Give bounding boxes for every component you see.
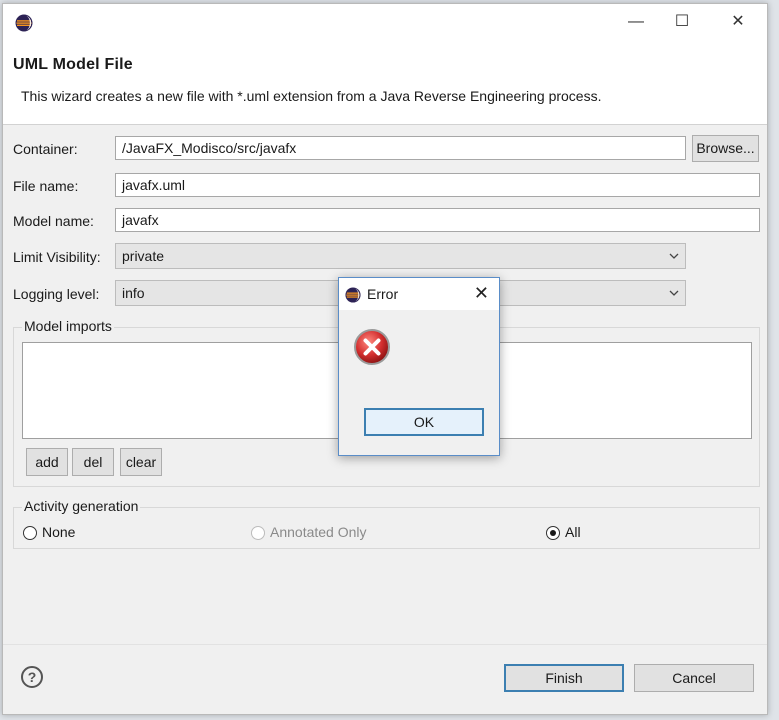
radio-annotated-only bbox=[251, 526, 265, 540]
file-name-label: File name: bbox=[13, 178, 79, 194]
radio-none[interactable] bbox=[23, 526, 37, 540]
activity-generation-group: Activity generation None Annotated Only … bbox=[13, 498, 760, 549]
limit-visibility-value: private bbox=[122, 248, 165, 264]
error-icon bbox=[354, 329, 390, 365]
chevron-down-icon bbox=[669, 253, 679, 259]
page-description: This wizard creates a new file with *.um… bbox=[21, 88, 602, 104]
eclipse-app-icon bbox=[15, 14, 33, 32]
eclipse-app-icon bbox=[345, 287, 361, 303]
minimize-button[interactable]: — bbox=[621, 10, 651, 34]
radio-none-label: None bbox=[42, 524, 76, 540]
file-name-input[interactable]: javafx.uml bbox=[115, 173, 760, 197]
del-button[interactable]: del bbox=[72, 448, 114, 476]
model-name-label: Model name: bbox=[13, 213, 94, 229]
cancel-button[interactable]: Cancel bbox=[634, 664, 754, 692]
help-icon[interactable]: ? bbox=[21, 666, 43, 688]
chevron-down-icon bbox=[669, 290, 679, 296]
ok-button[interactable]: OK bbox=[364, 408, 484, 436]
browse-button[interactable]: Browse... bbox=[692, 135, 759, 162]
add-button[interactable]: add bbox=[26, 448, 68, 476]
radio-all[interactable] bbox=[546, 526, 560, 540]
footer-divider bbox=[3, 644, 767, 645]
radio-annotated-only-label: Annotated Only bbox=[270, 524, 367, 540]
page-title: UML Model File bbox=[13, 56, 133, 73]
radio-all-label: All bbox=[565, 524, 581, 540]
wizard-header: UML Model File This wizard creates a new… bbox=[3, 40, 767, 125]
limit-visibility-label: Limit Visibility: bbox=[13, 249, 101, 265]
finish-button[interactable]: Finish bbox=[504, 664, 624, 692]
error-dialog: Error ✕ OK bbox=[338, 277, 500, 456]
logging-level-value: info bbox=[122, 285, 145, 301]
error-dialog-title: Error bbox=[367, 286, 399, 302]
title-bar: — ☐ ✕ bbox=[3, 4, 767, 40]
clear-button[interactable]: clear bbox=[120, 448, 162, 476]
error-dialog-close-icon[interactable]: ✕ bbox=[474, 283, 489, 304]
model-imports-title: Model imports bbox=[22, 318, 114, 334]
container-input[interactable]: /JavaFX_Modisco/src/javafx bbox=[115, 136, 686, 160]
logging-level-label: Logging level: bbox=[13, 286, 100, 302]
container-label: Container: bbox=[13, 141, 78, 157]
maximize-button[interactable]: ☐ bbox=[667, 10, 697, 34]
close-button[interactable]: ✕ bbox=[723, 10, 753, 34]
model-name-input[interactable]: javafx bbox=[115, 208, 760, 232]
limit-visibility-select[interactable]: private bbox=[115, 243, 686, 269]
activity-generation-title: Activity generation bbox=[22, 498, 141, 514]
error-dialog-title-bar: Error ✕ bbox=[339, 278, 499, 310]
